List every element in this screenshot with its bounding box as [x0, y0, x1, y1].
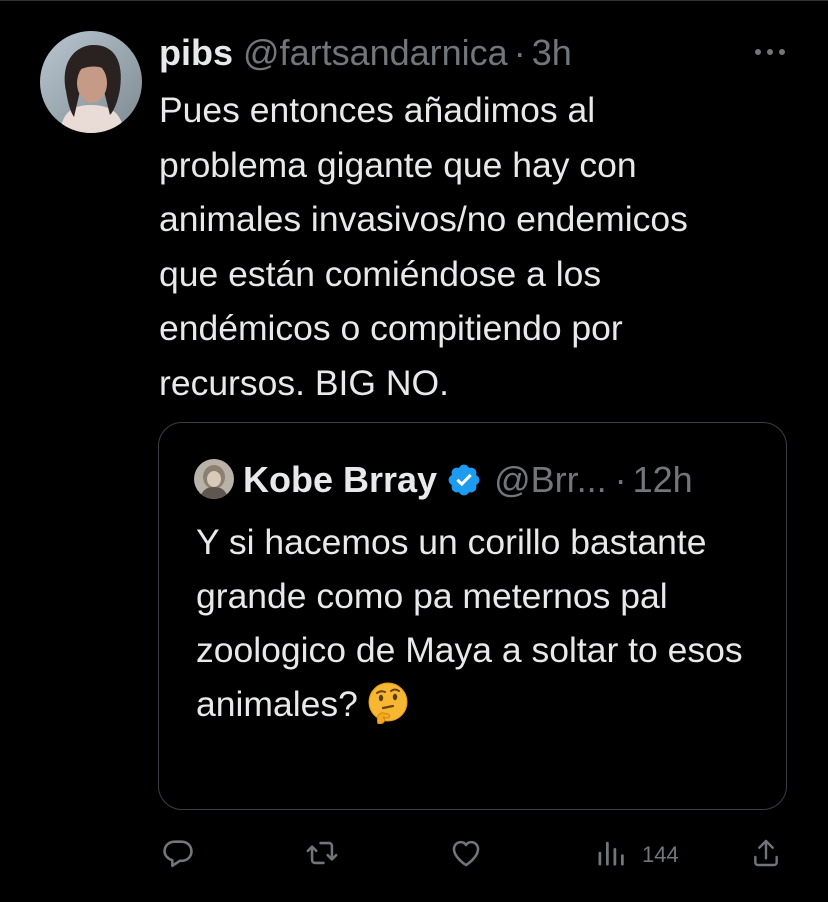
like-icon	[449, 836, 483, 875]
quoted-tweet[interactable]: Kobe Brray @Brr... · 12h Y si hacemos un…	[158, 422, 787, 810]
views-icon	[596, 838, 626, 873]
quote-text-block: Y si hacemos un corillo bastante grande …	[196, 515, 756, 731]
like-button[interactable]	[449, 830, 483, 880]
verified-badge-icon	[446, 462, 482, 498]
reply-icon	[161, 836, 195, 875]
quote-display-name[interactable]: Kobe Brray	[243, 459, 437, 501]
more-icon	[754, 43, 786, 61]
tweet-text: Pues entonces añadimos al problema gigan…	[159, 90, 688, 403]
thinking-face-icon	[366, 680, 410, 725]
quote-handle[interactable]: @Brr...	[494, 459, 607, 501]
quote-timestamp[interactable]: 12h	[633, 459, 693, 501]
views-count: 144	[642, 842, 679, 867]
more-options-button[interactable]	[750, 32, 790, 72]
quote-header: Kobe Brray @Brr... · 12h	[243, 457, 693, 503]
avatar[interactable]	[40, 31, 142, 133]
tweet-actions: 144	[0, 830, 828, 880]
share-icon	[750, 836, 782, 875]
quote-text: Y si hacemos un corillo bastante grande …	[196, 522, 743, 724]
views-button[interactable]: 144	[596, 830, 679, 880]
retweet-button[interactable]	[304, 830, 340, 880]
display-name[interactable]: pibs	[159, 32, 233, 74]
user-handle[interactable]: @fartsandarnica	[243, 32, 508, 74]
quote-avatar[interactable]	[194, 459, 234, 499]
share-button[interactable]	[750, 830, 782, 880]
reply-button[interactable]	[161, 830, 195, 880]
tweet-header: pibs @fartsandarnica · 3h	[159, 30, 572, 76]
quote-separator-dot: ·	[614, 459, 627, 500]
tweet[interactable]: pibs @fartsandarnica · 3h Pues entonces …	[0, 0, 828, 902]
retweet-icon	[304, 836, 340, 875]
separator-dot: ·	[513, 32, 526, 73]
timestamp[interactable]: 3h	[532, 32, 572, 74]
